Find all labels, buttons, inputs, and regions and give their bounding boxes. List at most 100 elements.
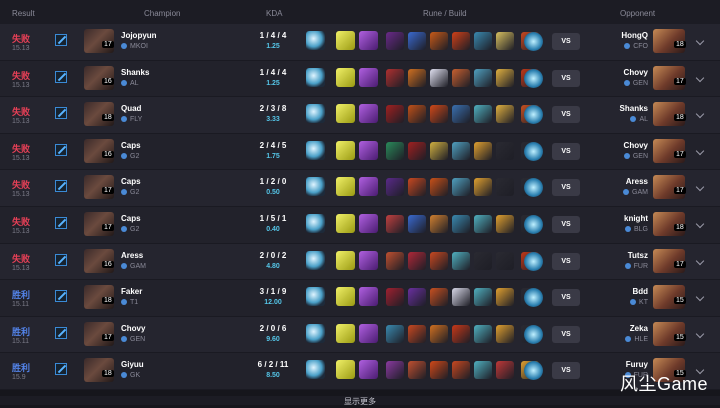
- teleport-spell-icon[interactable]: [359, 104, 378, 124]
- flash-spell-icon[interactable]: [336, 250, 355, 270]
- opponent-name[interactable]: Bdd: [632, 287, 648, 296]
- item-icon[interactable]: [408, 214, 426, 233]
- player-name[interactable]: Caps: [121, 177, 141, 186]
- item-icon[interactable]: [474, 251, 492, 270]
- item-icon[interactable]: [386, 251, 404, 270]
- item-icon[interactable]: [408, 32, 426, 50]
- item-icon[interactable]: [452, 141, 470, 160]
- teleport-spell-icon[interactable]: [359, 250, 378, 270]
- expand-chevron-icon[interactable]: [695, 146, 705, 156]
- keystone-rune-icon[interactable]: [306, 323, 325, 343]
- flash-spell-icon[interactable]: [336, 31, 355, 50]
- flash-spell-icon[interactable]: [336, 287, 355, 307]
- item-icon[interactable]: [474, 68, 492, 87]
- match-row[interactable]: 失败 15.13 17 Jojopyun MKOI 1 / 4 / 4 1.25 VS Hong…: [0, 24, 720, 61]
- item-icon[interactable]: [474, 32, 492, 50]
- keystone-rune-icon[interactable]: [306, 287, 325, 307]
- item-icon[interactable]: [430, 251, 448, 270]
- flash-spell-icon[interactable]: [336, 360, 355, 380]
- player-name[interactable]: Caps: [121, 214, 141, 223]
- expand-chevron-icon[interactable]: [695, 183, 705, 192]
- match-row[interactable]: 失败 15.13 16 Shanks AL 1 / 4 / 4 1.25 VS Chovy GEN…: [0, 60, 720, 98]
- player-name[interactable]: Giyuu: [121, 360, 144, 369]
- item-icon[interactable]: [408, 288, 426, 307]
- item-icon[interactable]: [496, 214, 514, 233]
- match-row[interactable]: 胜利 15.11 17 Chovy GEN 2 / 0 / 6 9.60 VS Zeka HLE 1…: [0, 316, 720, 354]
- item-icon[interactable]: [474, 214, 492, 233]
- match-row[interactable]: 失败 15.13 17 Caps G2 1 / 2 / 0 0.50 VS Aress GAM 17: [0, 170, 720, 207]
- player-name[interactable]: Caps: [121, 141, 141, 150]
- teleport-spell-icon[interactable]: [359, 31, 378, 50]
- keystone-rune-icon[interactable]: [306, 31, 325, 50]
- flash-spell-icon[interactable]: [336, 177, 355, 197]
- ward-trinket-icon[interactable]: [524, 324, 543, 344]
- expand-chevron-icon[interactable]: [695, 219, 705, 229]
- teleport-spell-icon[interactable]: [359, 323, 378, 343]
- ward-trinket-icon[interactable]: [524, 141, 543, 161]
- item-icon[interactable]: [452, 105, 470, 124]
- teleport-spell-icon[interactable]: [359, 287, 378, 307]
- keystone-rune-icon[interactable]: [306, 250, 325, 270]
- player-name[interactable]: Chovy: [121, 324, 145, 333]
- item-icon[interactable]: [452, 288, 470, 307]
- item-icon[interactable]: [452, 214, 470, 233]
- keystone-rune-icon[interactable]: [306, 360, 325, 380]
- ward-trinket-icon[interactable]: [524, 68, 543, 88]
- item-icon[interactable]: [386, 361, 404, 380]
- opponent-name[interactable]: knight: [624, 214, 648, 223]
- opponent-name[interactable]: Chovy: [624, 141, 648, 150]
- teleport-spell-icon[interactable]: [359, 213, 378, 233]
- match-row[interactable]: 失败 15.13 16 Caps G2 2 / 4 / 5 1.75 VS Chovy GEN 17: [0, 133, 720, 171]
- item-icon[interactable]: [474, 361, 492, 380]
- match-row[interactable]: 失败 15.13 16 Aress GAM 2 / 0 / 2 4.80 VS Tutsz FUR…: [0, 243, 720, 281]
- player-name[interactable]: Quad: [121, 104, 141, 113]
- item-icon[interactable]: [408, 105, 426, 124]
- item-icon[interactable]: [430, 324, 448, 343]
- item-icon[interactable]: [452, 68, 470, 87]
- item-icon[interactable]: [386, 288, 404, 307]
- item-icon[interactable]: [386, 32, 404, 50]
- item-icon[interactable]: [386, 105, 404, 124]
- item-icon[interactable]: [496, 251, 514, 270]
- item-icon[interactable]: [386, 141, 404, 160]
- opponent-name[interactable]: HongQ: [621, 31, 648, 40]
- ward-trinket-icon[interactable]: [524, 251, 543, 271]
- item-icon[interactable]: [474, 288, 492, 307]
- teleport-spell-icon[interactable]: [359, 140, 378, 160]
- player-name[interactable]: Faker: [121, 287, 142, 296]
- flash-spell-icon[interactable]: [336, 213, 355, 233]
- keystone-rune-icon[interactable]: [306, 104, 325, 124]
- item-icon[interactable]: [496, 178, 514, 197]
- ward-trinket-icon[interactable]: [524, 105, 543, 125]
- item-icon[interactable]: [430, 361, 448, 380]
- flash-spell-icon[interactable]: [336, 323, 355, 343]
- expand-chevron-icon[interactable]: [695, 36, 705, 46]
- ward-trinket-icon[interactable]: [524, 32, 543, 51]
- item-icon[interactable]: [496, 105, 514, 124]
- item-icon[interactable]: [408, 141, 426, 160]
- flash-spell-icon[interactable]: [336, 104, 355, 124]
- item-icon[interactable]: [474, 324, 492, 343]
- item-icon[interactable]: [430, 178, 448, 197]
- item-icon[interactable]: [386, 178, 404, 197]
- item-icon[interactable]: [496, 361, 514, 380]
- keystone-rune-icon[interactable]: [306, 67, 325, 87]
- item-icon[interactable]: [496, 68, 514, 87]
- item-icon[interactable]: [474, 178, 492, 197]
- item-icon[interactable]: [496, 141, 514, 160]
- opponent-name[interactable]: Chovy: [624, 68, 648, 77]
- opponent-name[interactable]: Shanks: [620, 104, 648, 113]
- item-icon[interactable]: [430, 141, 448, 160]
- keystone-rune-icon[interactable]: [306, 213, 325, 233]
- item-icon[interactable]: [452, 324, 470, 343]
- match-row[interactable]: 失败 15.13 17 Caps G2 1 / 5 / 1 0.40 VS knight BLG 1…: [0, 206, 720, 244]
- item-icon[interactable]: [408, 324, 426, 343]
- item-icon[interactable]: [496, 32, 514, 50]
- player-name[interactable]: Shanks: [121, 68, 149, 77]
- item-icon[interactable]: [496, 324, 514, 343]
- opponent-name[interactable]: Aress: [626, 177, 648, 186]
- item-icon[interactable]: [408, 178, 426, 197]
- item-icon[interactable]: [408, 68, 426, 87]
- item-icon[interactable]: [386, 324, 404, 343]
- item-icon[interactable]: [452, 251, 470, 270]
